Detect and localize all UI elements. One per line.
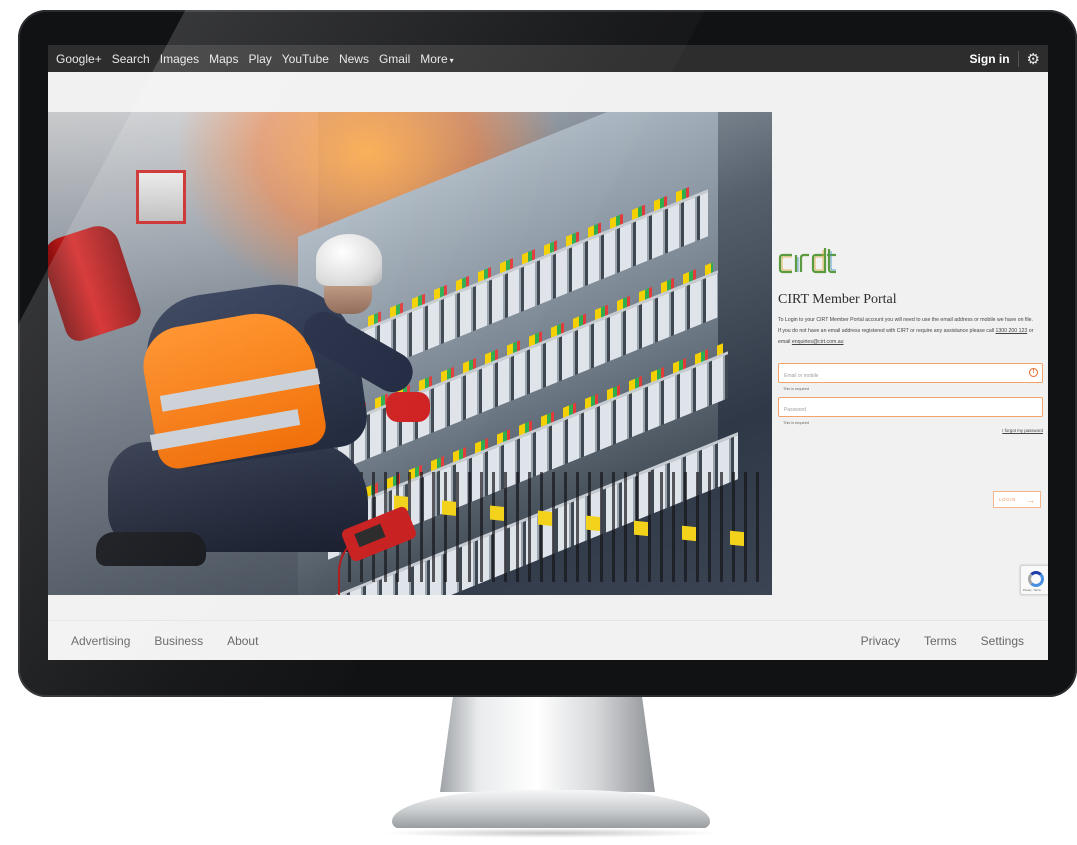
recaptcha-badge[interactable]: Privacy - Terms xyxy=(1020,565,1048,595)
gbar-link-gmail[interactable]: Gmail xyxy=(379,52,410,66)
cirt-logo: cirt xyxy=(778,248,836,274)
password-required-message: This is required xyxy=(783,421,809,425)
google-bar-right: Sign in ⚙ xyxy=(970,45,1040,72)
monitor-stand-base xyxy=(392,790,710,828)
footer-link-business[interactable]: Business xyxy=(154,634,203,648)
gbar-link-news[interactable]: News xyxy=(339,52,369,66)
password-field[interactable] xyxy=(779,401,1014,419)
worker-glove xyxy=(386,392,430,422)
google-bar: Google+ Search Images Maps Play YouTube … xyxy=(48,45,1048,72)
gbar-link-google-plus[interactable]: Google+ xyxy=(56,52,102,66)
intro-text: To Login to your CIRT Member Portal acco… xyxy=(778,317,1033,323)
forgot-password-link[interactable]: I forgot my password xyxy=(1002,428,1043,433)
gbar-link-images[interactable]: Images xyxy=(160,52,199,66)
login-button-label: LOGIN xyxy=(999,497,1016,502)
gbar-link-maps[interactable]: Maps xyxy=(209,52,238,66)
footer-link-privacy[interactable]: Privacy xyxy=(861,634,900,648)
footer-right-links: Privacy Terms Settings xyxy=(861,621,1024,660)
recaptcha-text: Privacy - Terms xyxy=(1023,589,1041,592)
google-bar-links: Google+ Search Images Maps Play YouTube … xyxy=(48,52,454,66)
footer-link-advertising[interactable]: Advertising xyxy=(71,634,130,648)
footer-link-terms[interactable]: Terms xyxy=(924,634,957,648)
monitor-stand-neck xyxy=(440,697,655,792)
screen: Google+ Search Images Maps Play YouTube … xyxy=(48,45,1048,660)
gbar-link-youtube[interactable]: YouTube xyxy=(282,52,329,66)
gbar-more-label: More xyxy=(420,51,448,66)
password-field-wrapper xyxy=(778,397,1043,419)
intro-text: If you do not have an email address regi… xyxy=(778,328,995,334)
sign-in-button[interactable]: Sign in xyxy=(970,52,1010,66)
chevron-down-icon: ▾ xyxy=(449,55,454,65)
login-button[interactable]: LOGIN → xyxy=(993,491,1041,508)
footer-left-links: Advertising Business About xyxy=(71,621,258,660)
login-instructions: To Login to your CIRT Member Portal acco… xyxy=(778,315,1043,348)
recaptcha-icon xyxy=(1028,571,1044,587)
hero-image xyxy=(48,112,772,595)
gear-icon[interactable]: ⚙ xyxy=(1027,50,1040,68)
email-field[interactable] xyxy=(779,367,1014,385)
gbar-link-search[interactable]: Search xyxy=(112,52,150,66)
monitor-stand-shadow xyxy=(380,828,722,838)
footer: Advertising Business About Privacy Terms… xyxy=(48,620,1048,660)
email-required-message: This is required xyxy=(783,387,809,391)
alarm-box xyxy=(136,170,186,224)
footer-link-settings[interactable]: Settings xyxy=(981,634,1024,648)
divider xyxy=(1017,50,1019,67)
phone-link[interactable]: 1300 200 123 xyxy=(996,328,1028,334)
worker-boot xyxy=(96,532,206,566)
page-title: CIRT Member Portal xyxy=(778,292,897,307)
gbar-link-play[interactable]: Play xyxy=(248,52,271,66)
email-link[interactable]: enquiries@cirt.com.au xyxy=(792,339,844,345)
hard-hat xyxy=(316,234,382,286)
email-field-wrapper: ! xyxy=(778,363,1043,385)
arrow-right-icon: → xyxy=(1026,494,1035,505)
intro-text: or xyxy=(1028,328,1034,334)
gbar-link-more[interactable]: More ▾ xyxy=(420,52,453,66)
footer-link-about[interactable]: About xyxy=(227,634,258,648)
intro-text: email xyxy=(778,339,791,345)
error-icon: ! xyxy=(1029,368,1038,377)
